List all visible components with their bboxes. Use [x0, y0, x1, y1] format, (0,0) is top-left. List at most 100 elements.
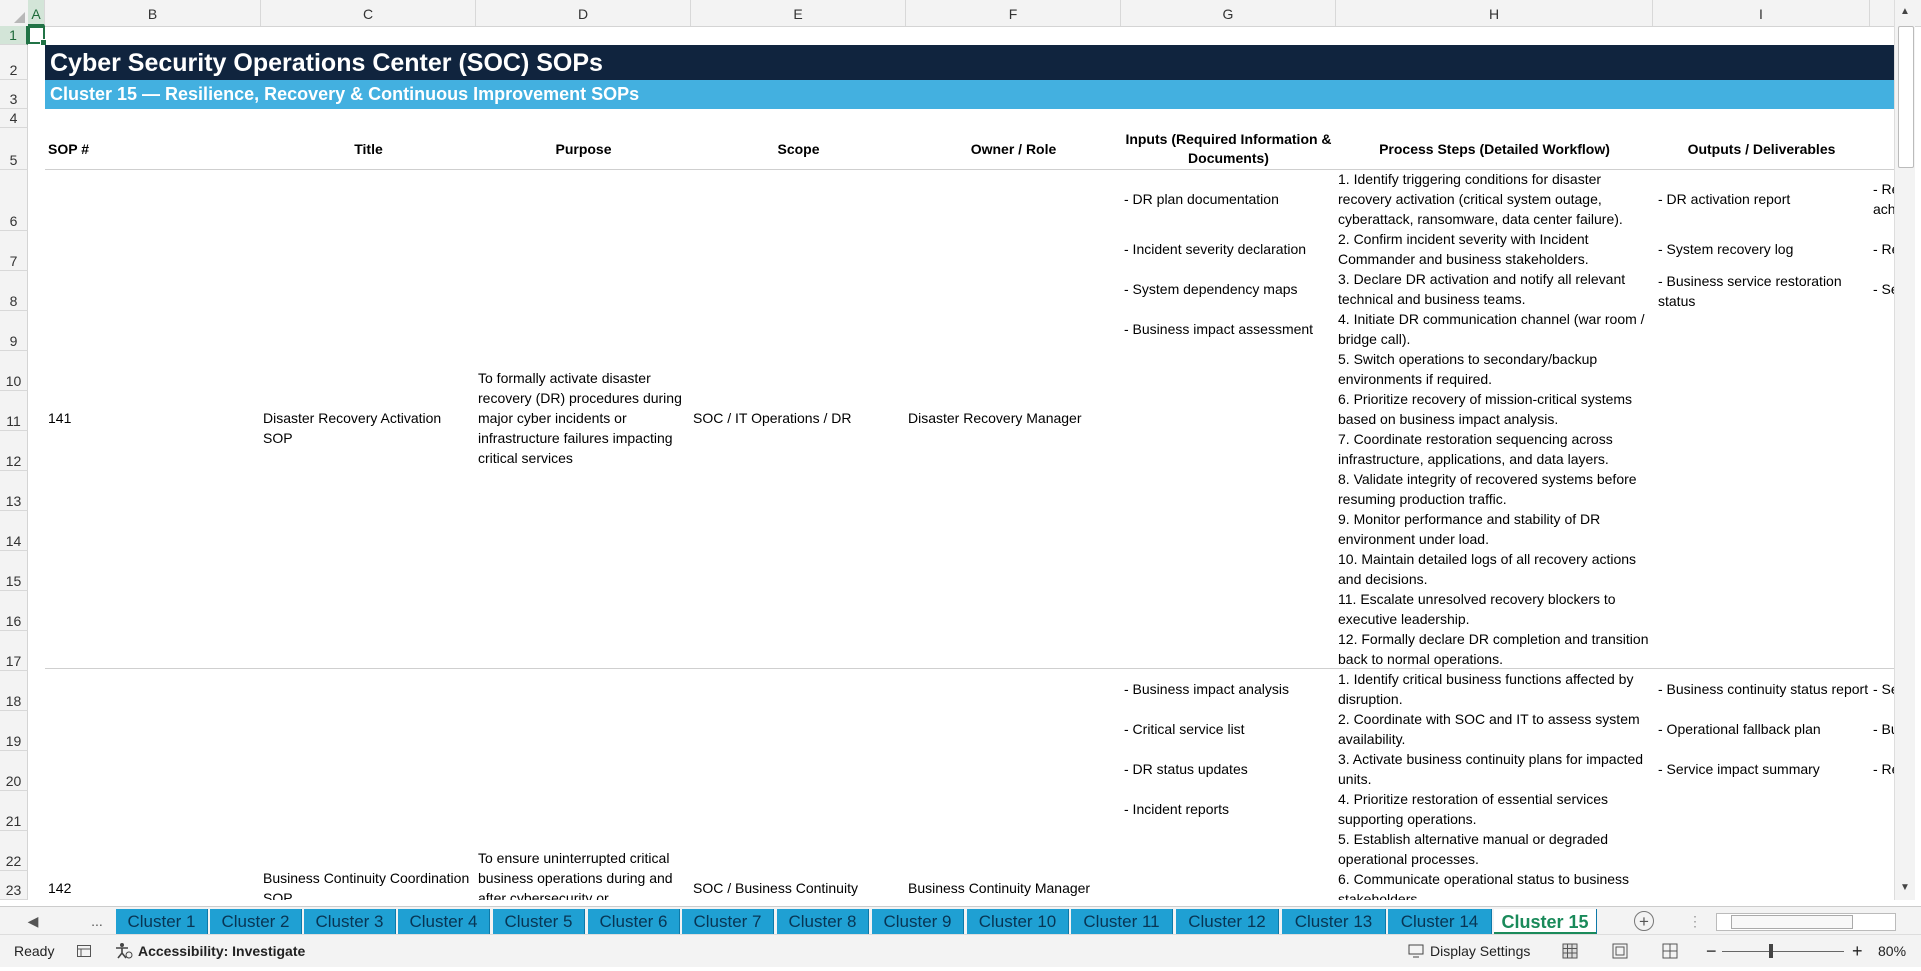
row-header[interactable]: 1 — [0, 26, 28, 45]
row-header[interactable]: 10 — [0, 351, 28, 391]
tab-more-button[interactable]: ... — [82, 907, 112, 935]
zoom-slider-thumb[interactable] — [1768, 944, 1773, 958]
tab-cluster-15[interactable]: Cluster 15 — [1494, 909, 1597, 935]
column-header-c[interactable]: C — [261, 0, 476, 26]
row-header[interactable]: 5 — [0, 128, 28, 170]
row-header[interactable]: 11 — [0, 391, 28, 431]
row-header[interactable]: 6 — [0, 170, 28, 231]
output-item: - Service impact summary — [1658, 761, 1820, 777]
zoom-level[interactable]: 80% — [1878, 935, 1906, 967]
vertical-scrollbar[interactable]: ▲ ▼ — [1894, 0, 1915, 900]
accessibility-status[interactable]: Accessibility: Investigate — [138, 935, 305, 967]
normal-view-icon[interactable] — [1562, 935, 1580, 967]
row-header[interactable]: 4 — [0, 109, 28, 128]
select-all-corner[interactable] — [0, 0, 29, 26]
row-header[interactable]: 7 — [0, 231, 28, 271]
scope-cell[interactable]: SOC / IT Operations / DR — [693, 408, 903, 428]
header-purpose[interactable]: Purpose — [476, 128, 691, 170]
row-header[interactable]: 15 — [0, 551, 28, 591]
tab-cluster-8[interactable]: Cluster 8 — [777, 909, 869, 935]
header-outputs[interactable]: Outputs / Deliverables — [1653, 128, 1870, 170]
process-step: 2. Confirm incident severity with Incide… — [1338, 231, 1589, 267]
row-header[interactable]: 19 — [0, 711, 28, 751]
column-header-a[interactable]: A — [28, 0, 45, 26]
macro-record-icon[interactable] — [76, 935, 94, 967]
header-process-steps[interactable]: Process Steps (Detailed Workflow) — [1336, 128, 1653, 170]
row-header[interactable]: 16 — [0, 591, 28, 631]
horizontal-scrollbar[interactable] — [1716, 913, 1896, 931]
header-scope[interactable]: Scope — [691, 128, 906, 170]
column-header-d[interactable]: D — [476, 0, 691, 26]
row-header[interactable]: 3 — [0, 80, 28, 109]
row-header[interactable]: 8 — [0, 271, 28, 311]
column-header-e[interactable]: E — [691, 0, 906, 26]
row-header[interactable]: 13 — [0, 471, 28, 511]
process-steps-cell[interactable]: 1. Identify triggering conditions for di… — [1338, 169, 1650, 669]
header-inputs[interactable]: Inputs (Required Information & Documents… — [1121, 128, 1336, 170]
column-header-h[interactable]: H — [1336, 0, 1653, 26]
row-header[interactable]: 21 — [0, 791, 28, 831]
scroll-up-icon[interactable]: ▲ — [1897, 4, 1913, 20]
column-header-i[interactable]: I — [1653, 0, 1870, 26]
accessibility-icon[interactable] — [114, 935, 136, 967]
vertical-scroll-thumb[interactable] — [1898, 26, 1914, 168]
process-steps-cell[interactable]: 1. Identify critical business functions … — [1338, 669, 1650, 900]
row-header[interactable]: 20 — [0, 751, 28, 791]
tab-cluster-11[interactable]: Cluster 11 — [1071, 909, 1173, 935]
purpose-cell[interactable]: To formally activate disaster recovery (… — [478, 368, 688, 468]
sop-title-cell[interactable]: Disaster Recovery Activation SOP — [263, 408, 473, 448]
horizontal-scroll-thumb[interactable] — [1731, 915, 1853, 929]
sop-number-cell[interactable]: 142 — [48, 878, 71, 898]
tab-cluster-4[interactable]: Cluster 4 — [398, 909, 490, 935]
tab-cluster-10[interactable]: Cluster 10 — [967, 909, 1069, 935]
header-sop-number[interactable]: SOP # — [48, 128, 258, 170]
purpose-cell[interactable]: To ensure uninterrupted critical busines… — [478, 848, 688, 900]
input-item: - DR plan documentation — [1124, 191, 1279, 207]
row-header[interactable]: 18 — [0, 671, 28, 711]
header-owner[interactable]: Owner / Role — [906, 128, 1121, 170]
row-header[interactable]: 22 — [0, 831, 28, 871]
row-header[interactable]: 14 — [0, 511, 28, 551]
tab-cluster-9[interactable]: Cluster 9 — [872, 909, 964, 935]
sop-title-cell[interactable]: Business Continuity Coordination SOP — [263, 868, 473, 900]
zoom-slider-track[interactable] — [1722, 951, 1844, 952]
sheet-title[interactable]: Cyber Security Operations Center (SOC) S… — [45, 45, 1895, 80]
status-bar: Ready Accessibility: Investigate Display… — [0, 934, 1921, 967]
tab-cluster-14[interactable]: Cluster 14 — [1388, 909, 1492, 935]
add-sheet-icon[interactable]: + — [1634, 911, 1654, 931]
display-settings-button[interactable]: Display Settings — [1430, 935, 1530, 967]
page-break-view-icon[interactable] — [1662, 935, 1680, 967]
display-settings-icon[interactable] — [1408, 935, 1426, 967]
sheet-subtitle[interactable]: Cluster 15 — Resilience, Recovery & Cont… — [45, 80, 1895, 109]
active-cell-a1[interactable] — [28, 26, 47, 46]
sop-number-cell[interactable]: 141 — [48, 408, 71, 428]
tab-cluster-2[interactable]: Cluster 2 — [210, 909, 302, 935]
owner-cell[interactable]: Disaster Recovery Manager — [908, 408, 1118, 428]
column-header-g[interactable]: G — [1121, 0, 1336, 26]
zoom-out-button[interactable]: − — [1706, 935, 1717, 967]
zoom-in-button[interactable]: + — [1852, 935, 1863, 967]
row-header[interactable]: 17 — [0, 631, 28, 671]
scroll-down-icon[interactable]: ▼ — [1897, 880, 1913, 896]
tab-cluster-7[interactable]: Cluster 7 — [682, 909, 774, 935]
tab-scroll-left-icon[interactable]: ◀ — [22, 907, 44, 935]
tab-cluster-13[interactable]: Cluster 13 — [1282, 909, 1386, 935]
header-title[interactable]: Title — [261, 128, 476, 170]
column-header-b[interactable]: B — [45, 0, 261, 26]
tab-cluster-6[interactable]: Cluster 6 — [588, 909, 680, 935]
tab-cluster-3[interactable]: Cluster 3 — [304, 909, 396, 935]
tab-split-handle-icon[interactable]: ⋮ — [1688, 907, 1702, 935]
page-layout-view-icon[interactable] — [1612, 935, 1630, 967]
column-header-f[interactable]: F — [906, 0, 1121, 26]
spreadsheet-grid[interactable]: A B C D E F G H I 1 2 3 4 5 6 7 8 9 10 1… — [0, 0, 1921, 900]
scope-cell[interactable]: SOC / Business Continuity — [693, 878, 903, 898]
row-header[interactable]: 12 — [0, 431, 28, 471]
row-header[interactable]: 23 — [0, 871, 28, 900]
tab-cluster-1[interactable]: Cluster 1 — [116, 909, 208, 935]
tab-cluster-12[interactable]: Cluster 12 — [1176, 909, 1279, 935]
tab-cluster-5[interactable]: Cluster 5 — [493, 909, 585, 935]
row-header[interactable]: 9 — [0, 311, 28, 351]
column-header-j[interactable] — [1870, 0, 1895, 26]
owner-cell[interactable]: Business Continuity Manager — [908, 878, 1118, 898]
row-header[interactable]: 2 — [0, 45, 28, 80]
